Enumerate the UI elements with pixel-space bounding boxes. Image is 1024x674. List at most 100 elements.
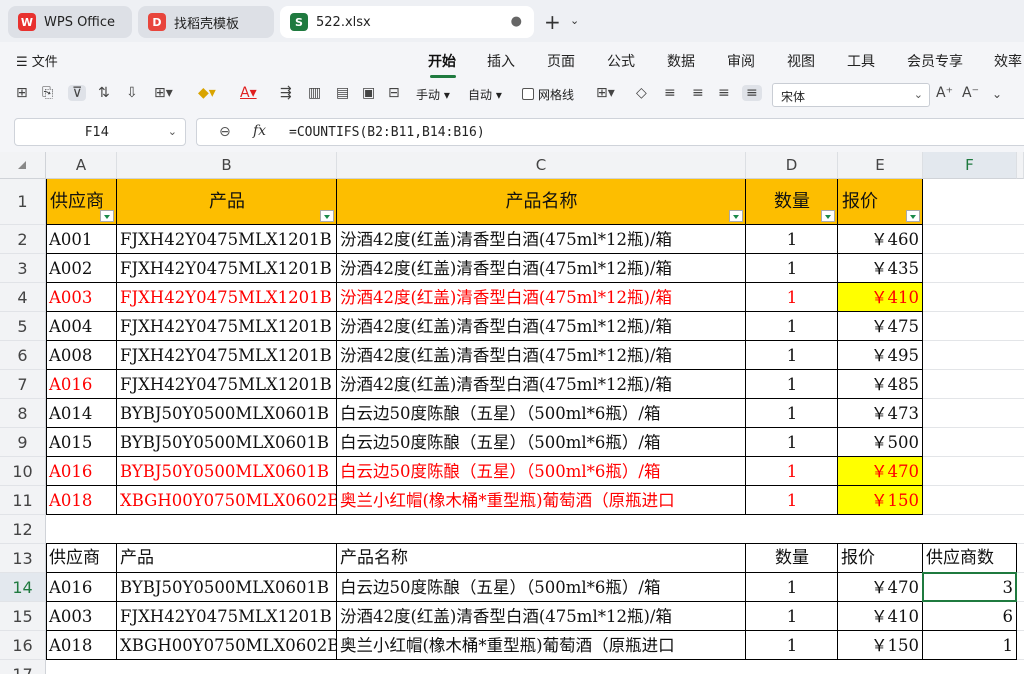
- table1-cell-product-name[interactable]: 汾酒42度(红盖)清香型白酒(475ml*12瓶)/箱: [337, 370, 746, 399]
- table2-cell-price[interactable]: ￥470: [838, 573, 923, 602]
- table1-cell-supplier[interactable]: A003: [46, 283, 117, 312]
- table1-cell-price[interactable]: ￥435: [838, 254, 923, 283]
- table1-cell-price[interactable]: ￥410: [838, 283, 923, 312]
- row-header-7[interactable]: 7: [0, 370, 46, 399]
- filter-dropdown-icon[interactable]: [821, 210, 835, 222]
- wrap-icon[interactable]: ⇶: [280, 85, 292, 101]
- chevron-down-icon[interactable]: ⌄: [992, 87, 1002, 101]
- table1-cell-quantity[interactable]: 1: [746, 312, 838, 341]
- table1-cell-price[interactable]: ￥150: [838, 486, 923, 515]
- table1-cell-price[interactable]: ￥475: [838, 312, 923, 341]
- table1-cell-product[interactable]: FJXH42Y0475MLX1201B: [117, 225, 337, 254]
- table2-header-price[interactable]: 报价: [838, 544, 923, 573]
- fx-icon[interactable]: fx: [253, 123, 266, 139]
- filter-dropdown-icon[interactable]: [320, 210, 334, 222]
- increase-font-icon[interactable]: A⁺: [936, 85, 953, 101]
- merge-icon[interactable]: ▣: [362, 85, 375, 101]
- table2-cell-product[interactable]: BYBJ50Y0500MLX0601B: [117, 573, 337, 602]
- formula-input[interactable]: ⊖ fx =COUNTIFS(B2:B11,B14:B16): [196, 118, 1024, 146]
- table1-cell-price[interactable]: ￥485: [838, 370, 923, 399]
- table-style-icon[interactable]: ⊞▾: [596, 85, 615, 101]
- table1-cell-quantity[interactable]: 1: [746, 370, 838, 399]
- table1-cell-price[interactable]: ￥495: [838, 341, 923, 370]
- row-header-8[interactable]: 8: [0, 399, 46, 428]
- row-header-2[interactable]: 2: [0, 225, 46, 254]
- clear-format-icon[interactable]: ◇: [636, 85, 647, 101]
- table1-header-product[interactable]: 产品: [117, 179, 337, 225]
- border-icon[interactable]: ⊞▾: [154, 85, 173, 101]
- table1-cell-price[interactable]: ￥470: [838, 457, 923, 486]
- table2-cell-product[interactable]: XBGH00Y0750MLX0602B: [117, 631, 337, 660]
- row-header-3[interactable]: 3: [0, 254, 46, 283]
- column-icon[interactable]: ▥: [308, 85, 321, 101]
- table1-cell-product[interactable]: BYBJ50Y0500MLX0601B: [117, 428, 337, 457]
- new-tab-icon[interactable]: +: [544, 10, 561, 34]
- table2-cell-supplier[interactable]: A016: [46, 573, 117, 602]
- table1-cell-product[interactable]: BYBJ50Y0500MLX0601B: [117, 457, 337, 486]
- row-header-10[interactable]: 10: [0, 457, 46, 486]
- table1-cell-product-name[interactable]: 汾酒42度(红盖)清香型白酒(475ml*12瓶)/箱: [337, 341, 746, 370]
- align-left-icon[interactable]: ≡: [664, 85, 676, 101]
- filter-dropdown-icon[interactable]: [100, 210, 114, 222]
- table1-cell-quantity[interactable]: 1: [746, 341, 838, 370]
- row-header-6[interactable]: 6: [0, 341, 46, 370]
- menu-view[interactable]: 视图: [787, 51, 815, 71]
- table1-cell-product[interactable]: FJXH42Y0475MLX1201B: [117, 370, 337, 399]
- font-color-icon[interactable]: A▾: [240, 85, 257, 101]
- name-box[interactable]: F14 ⌄: [14, 118, 186, 146]
- filter-icon[interactable]: ⊽: [68, 85, 87, 101]
- table2-cell-quantity[interactable]: 1: [746, 602, 838, 631]
- tab-wps-office[interactable]: W WPS Office: [8, 6, 132, 38]
- tab-workbook[interactable]: S 522.xlsx ●: [280, 6, 534, 38]
- column-header-d[interactable]: D: [746, 152, 838, 179]
- decrease-font-icon[interactable]: A⁻: [962, 85, 979, 101]
- row-header-9[interactable]: 9: [0, 428, 46, 457]
- gridlines-checkbox[interactable]: [522, 88, 534, 100]
- table1-cell-product[interactable]: FJXH42Y0475MLX1201B: [117, 283, 337, 312]
- table1-cell-supplier[interactable]: A016: [46, 370, 117, 399]
- filter-dropdown-icon[interactable]: [729, 210, 743, 222]
- table2-header-quantity[interactable]: 数量: [746, 544, 838, 573]
- table1-cell-supplier[interactable]: A018: [46, 486, 117, 515]
- table2-header-supplier[interactable]: 供应商: [46, 544, 117, 573]
- table2-cell-price[interactable]: ￥410: [838, 602, 923, 631]
- table1-cell-supplier[interactable]: A015: [46, 428, 117, 457]
- sort-icon[interactable]: ⇅: [98, 85, 110, 101]
- table1-cell-supplier[interactable]: A004: [46, 312, 117, 341]
- menu-member[interactable]: 会员专享: [907, 51, 963, 71]
- auto-dropdown[interactable]: 自动 ▾: [468, 86, 502, 103]
- manual-dropdown[interactable]: 手动 ▾: [416, 86, 450, 103]
- table2-header-product-name[interactable]: 产品名称: [337, 544, 746, 573]
- table2-cell-quantity[interactable]: 1: [746, 631, 838, 660]
- table2-cell-price[interactable]: ￥150: [838, 631, 923, 660]
- table1-cell-product-name[interactable]: 汾酒42度(红盖)清香型白酒(475ml*12瓶)/箱: [337, 225, 746, 254]
- row-header-17[interactable]: 17: [0, 660, 46, 674]
- table1-cell-price[interactable]: ￥473: [838, 399, 923, 428]
- table1-cell-supplier[interactable]: A014: [46, 399, 117, 428]
- table2-cell-supplier[interactable]: A003: [46, 602, 117, 631]
- row-header-4[interactable]: 4: [0, 283, 46, 312]
- row-header-11[interactable]: 11: [0, 486, 46, 515]
- table1-cell-price[interactable]: ￥460: [838, 225, 923, 254]
- table1-cell-quantity[interactable]: 1: [746, 486, 838, 515]
- filter-dropdown-icon[interactable]: [906, 210, 920, 222]
- freeze-icon[interactable]: ⊟: [388, 85, 400, 101]
- row-header-15[interactable]: 15: [0, 602, 46, 631]
- table2-cell-quantity[interactable]: 1: [746, 573, 838, 602]
- table2-cell-product-name[interactable]: 汾酒42度(红盖)清香型白酒(475ml*12瓶)/箱: [337, 602, 746, 631]
- highlight-color-icon[interactable]: ◆▾: [198, 85, 216, 101]
- gridlines-toggle[interactable]: 网格线: [522, 86, 574, 103]
- table1-cell-supplier[interactable]: A016: [46, 457, 117, 486]
- row-header-14[interactable]: 14: [0, 573, 46, 602]
- table2-cell-supplier-count[interactable]: 1: [923, 631, 1017, 660]
- table1-cell-product-name[interactable]: 白云边50度陈酿（五星）（500ml*6瓶）/箱: [337, 428, 746, 457]
- font-family-select[interactable]: 宋体 ⌄: [772, 83, 930, 107]
- menu-efficiency[interactable]: 效率: [994, 51, 1022, 71]
- table1-cell-quantity[interactable]: 1: [746, 399, 838, 428]
- row-header-16[interactable]: 16: [0, 631, 46, 660]
- table2-header-supplier-count[interactable]: 供应商数: [923, 544, 1017, 573]
- table1-cell-quantity[interactable]: 1: [746, 225, 838, 254]
- menu-formula[interactable]: 公式: [607, 51, 635, 71]
- table2-cell-product-name[interactable]: 白云边50度陈酿（五星）（500ml*6瓶）/箱: [337, 573, 746, 602]
- table1-cell-supplier[interactable]: A001: [46, 225, 117, 254]
